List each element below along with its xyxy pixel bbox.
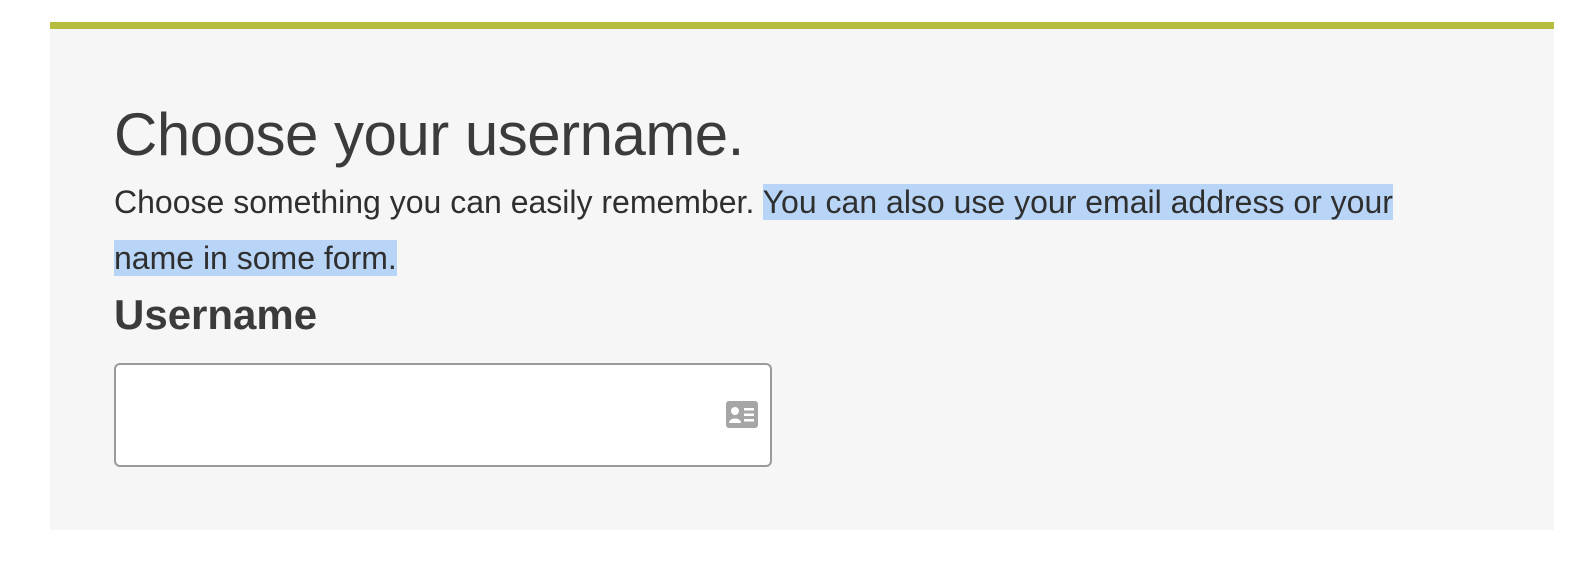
username-card: Choose your username. Choose something y… [50, 22, 1554, 530]
username-label: Username [114, 291, 318, 338]
page-description: Choose something you can easily remember… [114, 174, 1414, 286]
username-input[interactable] [116, 365, 770, 465]
description-text: Choose something you can easily remember… [114, 184, 763, 220]
page-title: Choose your username. [114, 101, 744, 168]
contact-card-icon[interactable] [726, 401, 758, 428]
username-field-container[interactable] [114, 363, 772, 467]
